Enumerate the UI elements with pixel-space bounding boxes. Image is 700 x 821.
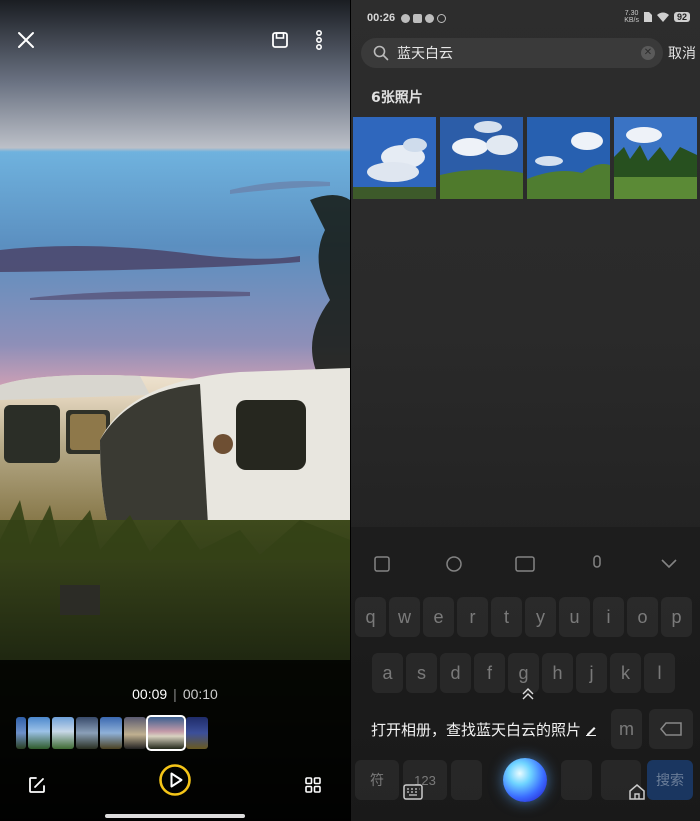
network-speed-unit: KB/s <box>624 17 639 24</box>
sim-icon <box>643 12 652 22</box>
backspace-key[interactable] <box>649 709 693 749</box>
keyboard-icon[interactable] <box>514 553 536 575</box>
current-time: 00:09 <box>132 686 168 702</box>
play-icon <box>159 764 191 796</box>
search-input[interactable]: 蓝天白云 ✕ <box>361 38 663 68</box>
notification-icon <box>425 13 435 23</box>
clock-icon <box>437 13 447 23</box>
key[interactable]: i <box>593 597 624 637</box>
key[interactable]: a <box>372 653 403 693</box>
edit-icon[interactable] <box>26 774 48 796</box>
save-icon[interactable] <box>268 28 292 52</box>
key[interactable]: r <box>457 597 488 637</box>
results-count: 6张照片 <box>371 90 423 106</box>
more-vertical-icon[interactable] <box>307 28 331 52</box>
key[interactable]: w <box>389 597 420 637</box>
key[interactable]: l <box>644 653 675 693</box>
assistant-prompt-text: 打开相册，查找蓝天白云的照片 <box>371 721 582 739</box>
key[interactable]: d <box>440 653 471 693</box>
microphone-icon[interactable] <box>586 553 608 575</box>
key[interactable]: m <box>611 709 642 749</box>
key[interactable]: e <box>423 597 454 637</box>
emoji-icon[interactable] <box>443 553 465 575</box>
photo-thumbnail[interactable] <box>440 117 523 199</box>
key[interactable]: f <box>474 653 505 693</box>
play-button[interactable] <box>158 763 192 797</box>
status-bar: 00:26 7.30 KB/s 92 <box>367 10 690 26</box>
key[interactable]: y <box>525 597 556 637</box>
assistant-prompt[interactable]: 打开相册，查找蓝天白云的照片 <box>371 719 597 740</box>
key[interactable]: q <box>355 597 386 637</box>
status-indicators: 7.30 KB/s 92 <box>624 10 690 24</box>
emoji-key[interactable] <box>451 760 482 800</box>
photo-thumbnail[interactable] <box>353 117 436 199</box>
network-speed: 7.30 KB/s <box>624 10 639 24</box>
key[interactable]: p <box>661 597 692 637</box>
key[interactable]: j <box>576 653 607 693</box>
close-icon[interactable] <box>14 28 38 52</box>
status-time: 00:26 <box>367 12 396 24</box>
chevron-down-icon[interactable] <box>658 553 680 575</box>
photo-results <box>353 117 697 199</box>
video-player-panel: 00:09 | 00:10 <box>0 0 350 821</box>
search-query: 蓝天白云 <box>397 46 453 62</box>
key[interactable]: s <box>406 653 437 693</box>
chevron-up-icon[interactable] <box>521 687 535 705</box>
search-icon <box>373 45 389 61</box>
grid-icon[interactable] <box>302 774 324 796</box>
key[interactable]: h <box>542 653 573 693</box>
key[interactable]: o <box>627 597 658 637</box>
backspace-icon <box>660 722 682 736</box>
total-time: 00:10 <box>182 686 218 702</box>
search-key[interactable]: 搜索 <box>647 760 693 800</box>
filmstrip-frame-current[interactable] <box>146 715 186 751</box>
keyboard-toolbar <box>351 553 700 583</box>
photo-thumbnail[interactable] <box>527 117 610 199</box>
playback-time: 00:09 | 00:10 <box>0 686 350 702</box>
filmstrip-frame[interactable] <box>186 717 208 749</box>
filmstrip-frame[interactable] <box>52 717 74 749</box>
cancel-button[interactable]: 取消 <box>668 43 696 63</box>
time-separator: | <box>173 686 177 702</box>
clipboard-icon[interactable] <box>371 553 393 575</box>
home-indicator[interactable] <box>105 814 245 818</box>
filmstrip-frame[interactable] <box>124 717 146 749</box>
keyboard-switch-icon[interactable] <box>403 784 423 804</box>
network-speed-value: 7.30 <box>624 10 639 17</box>
pencil-icon[interactable] <box>585 724 597 736</box>
gallery-search-panel: 00:26 7.30 KB/s 92 蓝天白云 ✕ 取消 6张照片 q w e … <box>351 0 700 821</box>
clear-search-icon[interactable]: ✕ <box>641 46 655 60</box>
key[interactable]: k <box>610 653 641 693</box>
filmstrip-frame[interactable] <box>100 717 122 749</box>
filmstrip-frame[interactable] <box>76 717 98 749</box>
voice-assistant-orb[interactable] <box>503 758 547 802</box>
symbol-key[interactable]: 符 <box>355 760 399 800</box>
wifi-icon <box>656 12 669 22</box>
filmstrip-frame[interactable] <box>16 717 26 749</box>
notification-icon <box>401 13 411 23</box>
video-filmstrip[interactable] <box>16 715 208 751</box>
home-icon[interactable] <box>628 783 646 805</box>
key[interactable] <box>561 760 592 800</box>
keyboard-row-1: q w e r t y u i o p <box>351 597 700 637</box>
key[interactable]: u <box>559 597 590 637</box>
key[interactable]: t <box>491 597 522 637</box>
battery-indicator: 92 <box>673 12 690 22</box>
notification-icon <box>413 13 423 23</box>
photo-thumbnail[interactable] <box>614 117 697 199</box>
filmstrip-frame[interactable] <box>28 717 50 749</box>
